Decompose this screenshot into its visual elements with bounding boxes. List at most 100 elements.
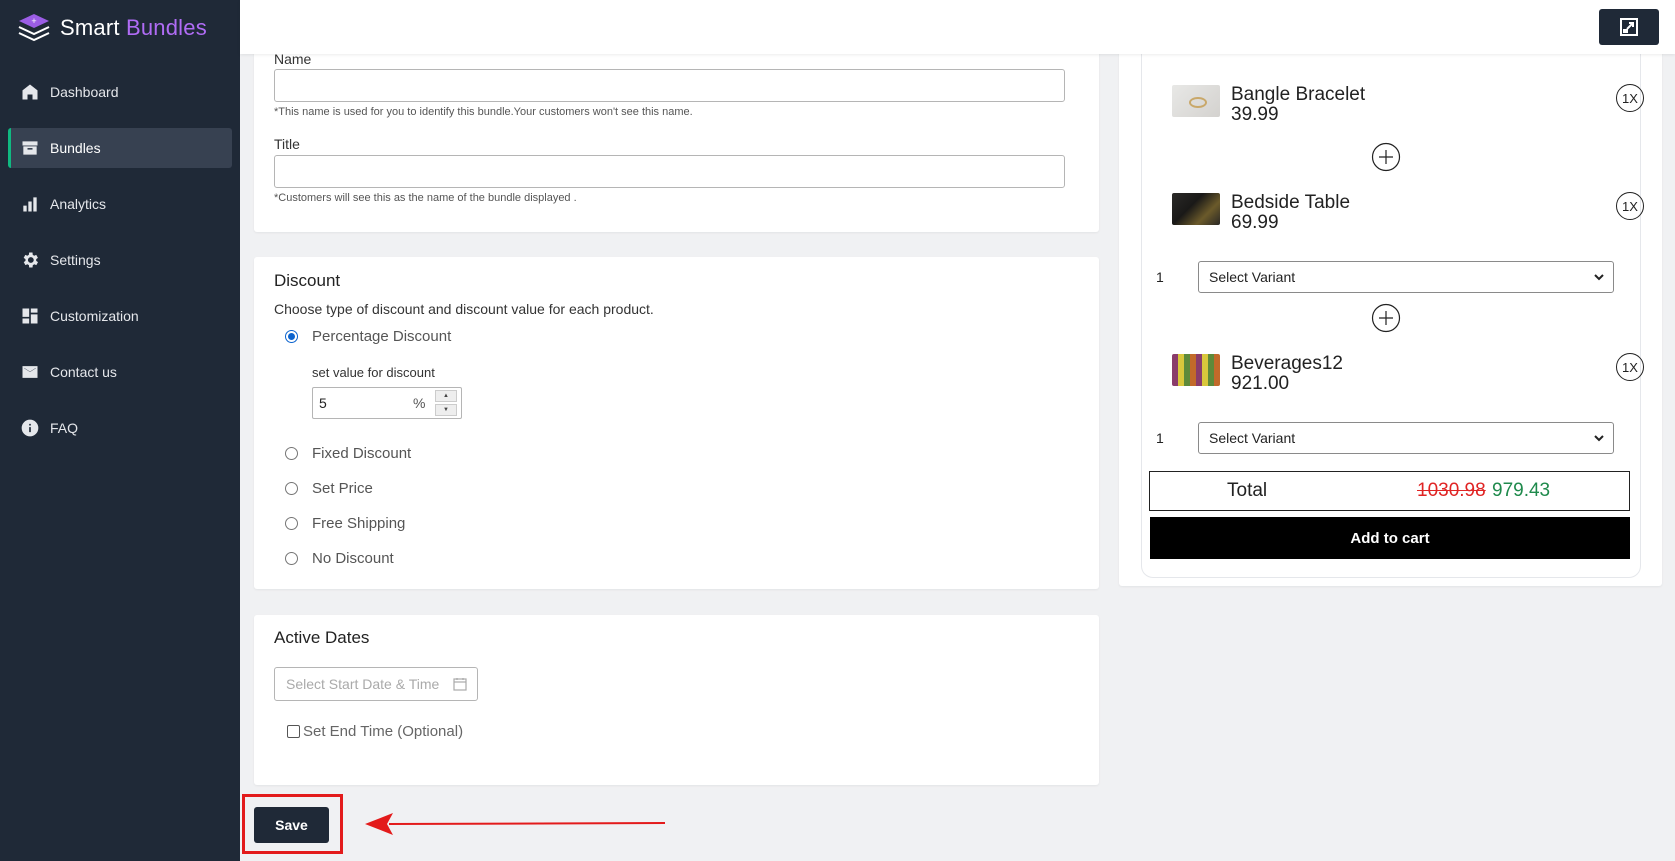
brand[interactable]: + Smart Bundles	[16, 12, 207, 44]
brand-name: Smart Bundles	[60, 15, 207, 40]
sidebar-item-label: Customization	[50, 308, 139, 324]
product-price: 69.99	[1231, 212, 1279, 233]
product-thumbnail	[1172, 354, 1220, 386]
stepper-up-icon[interactable]: ▲	[435, 390, 457, 402]
discount-title: Discount	[274, 271, 341, 290]
product-thumbnail	[1172, 85, 1220, 117]
product-name: Bedside Table	[1231, 192, 1351, 213]
discount-value-label: set value for discount	[312, 365, 435, 380]
calendar-icon	[453, 678, 467, 691]
radio-no-discount[interactable]: No Discount	[285, 550, 394, 567]
total-box: Total 1030.98 979.43	[1149, 471, 1630, 511]
sidebar-item-analytics[interactable]: Analytics	[8, 184, 232, 224]
variant-select[interactable]: Select Variant	[1198, 261, 1614, 293]
gear-icon	[23, 252, 38, 268]
radio-button[interactable]	[285, 552, 298, 565]
end-time-label: Set End Time (Optional)	[303, 723, 464, 740]
radio-label: Fixed Discount	[312, 445, 412, 462]
product-price: 39.99	[1231, 104, 1279, 125]
active-dates-title: Active Dates	[274, 628, 370, 647]
expand-icon	[1620, 18, 1638, 36]
sidebar-item-bundles[interactable]: Bundles	[8, 128, 232, 168]
mail-icon	[22, 366, 38, 378]
variant-row: 1 Select Variant	[1156, 261, 1614, 293]
variant-select-label: Select Variant	[1209, 430, 1296, 446]
variant-quantity: 1	[1156, 269, 1164, 285]
start-date-input[interactable]: Select Start Date & Time	[274, 667, 478, 701]
variant-select-label: Select Variant	[1209, 269, 1296, 285]
radio-fixed-discount[interactable]: Fixed Discount	[285, 445, 411, 462]
home-icon	[22, 84, 38, 100]
discount-unit: %	[413, 395, 426, 411]
sidebar-item-customization[interactable]: Customization	[8, 296, 232, 336]
active-dates-card: Active Dates Select Start Date & Time Se…	[254, 615, 1099, 785]
plus-circle-icon	[1371, 142, 1401, 172]
title-label: Title	[274, 136, 300, 152]
preview-product: Bedside Table 69.99	[1172, 193, 1350, 233]
title-hint: *Customers will see this as the name of …	[274, 192, 577, 204]
radio-button[interactable]	[285, 330, 298, 343]
start-date-placeholder: Select Start Date & Time	[286, 676, 440, 692]
quantity-badge: 1X	[1616, 192, 1644, 220]
plus-circle-icon	[1371, 303, 1401, 333]
total-discounted-price: 979.43	[1492, 480, 1551, 501]
sidebar-item-label: Dashboard	[50, 84, 119, 100]
radio-label: Percentage Discount	[312, 328, 452, 345]
quantity-badge: 1X	[1616, 84, 1644, 112]
layout-icon	[22, 308, 38, 324]
radio-percentage-discount[interactable]: Percentage Discount	[285, 328, 451, 345]
radio-button[interactable]	[285, 447, 298, 460]
radio-label: No Discount	[312, 550, 394, 567]
title-input[interactable]	[274, 155, 1065, 188]
discount-value[interactable]: 5	[313, 395, 413, 411]
sidebar-item-label: Analytics	[50, 196, 107, 212]
product-thumbnail	[1172, 193, 1220, 225]
end-time-checkbox[interactable]	[287, 725, 300, 738]
sidebar-item-label: Contact us	[50, 364, 117, 380]
discount-value-stepper[interactable]: 5 % ▲ ▼	[312, 387, 462, 419]
radio-label: Free Shipping	[312, 515, 406, 532]
expand-button[interactable]	[1599, 9, 1659, 45]
chevron-down-icon	[1594, 435, 1604, 442]
preview-product: Bangle Bracelet 39.99	[1172, 85, 1365, 125]
chevron-down-icon	[1594, 274, 1604, 281]
variant-quantity: 1	[1156, 430, 1164, 446]
sidebar-item-label: Settings	[50, 252, 101, 268]
sidebar-item-faq[interactable]: FAQ	[8, 408, 232, 448]
radio-button[interactable]	[285, 517, 298, 530]
sidebar-nav: Dashboard Bundles Analytics Settings Cus…	[8, 72, 232, 464]
info-icon	[21, 419, 39, 437]
add-to-cart-button[interactable]: Add to cart	[1150, 517, 1630, 559]
logo-icon: +	[18, 14, 50, 42]
name-card: Name *This name is used for you to ident…	[254, 40, 1099, 232]
sidebar-item-contact[interactable]: Contact us	[8, 352, 232, 392]
radio-free-shipping[interactable]: Free Shipping	[285, 515, 405, 532]
sidebar: + Smart Bundles Dashboard Bundles Analyt…	[0, 0, 240, 861]
sidebar-item-dashboard[interactable]: Dashboard	[8, 72, 232, 112]
bar-chart-icon	[23, 197, 37, 212]
stepper-arrows: ▲ ▼	[435, 390, 457, 416]
stepper-down-icon[interactable]: ▼	[435, 404, 457, 416]
name-hint: *This name is used for you to identify t…	[274, 106, 693, 118]
name-input[interactable]	[274, 69, 1065, 102]
total-original-price: 1030.98	[1417, 480, 1486, 501]
arrow-annotation-icon	[365, 813, 665, 835]
discount-card: Discount Choose type of discount and dis…	[254, 257, 1099, 589]
product-name: Beverages12	[1231, 353, 1343, 374]
product-price: 921.00	[1231, 373, 1290, 394]
box-icon	[22, 141, 38, 155]
radio-label: Set Price	[312, 480, 373, 497]
end-time-checkbox-row[interactable]: Set End Time (Optional)	[287, 723, 463, 740]
discount-description: Choose type of discount and discount val…	[274, 301, 654, 317]
radio-set-price[interactable]: Set Price	[285, 480, 373, 497]
save-button[interactable]: Save	[254, 807, 329, 843]
radio-button[interactable]	[285, 482, 298, 495]
sidebar-item-settings[interactable]: Settings	[8, 240, 232, 280]
sidebar-item-label: FAQ	[50, 420, 79, 436]
preview-product: Beverages12 921.00	[1172, 354, 1343, 394]
sidebar-item-label: Bundles	[50, 140, 101, 156]
quantity-badge: 1X	[1616, 353, 1644, 381]
variant-select[interactable]: Select Variant	[1198, 422, 1614, 454]
total-label: Total	[1227, 480, 1268, 501]
variant-row: 1 Select Variant	[1156, 422, 1614, 454]
